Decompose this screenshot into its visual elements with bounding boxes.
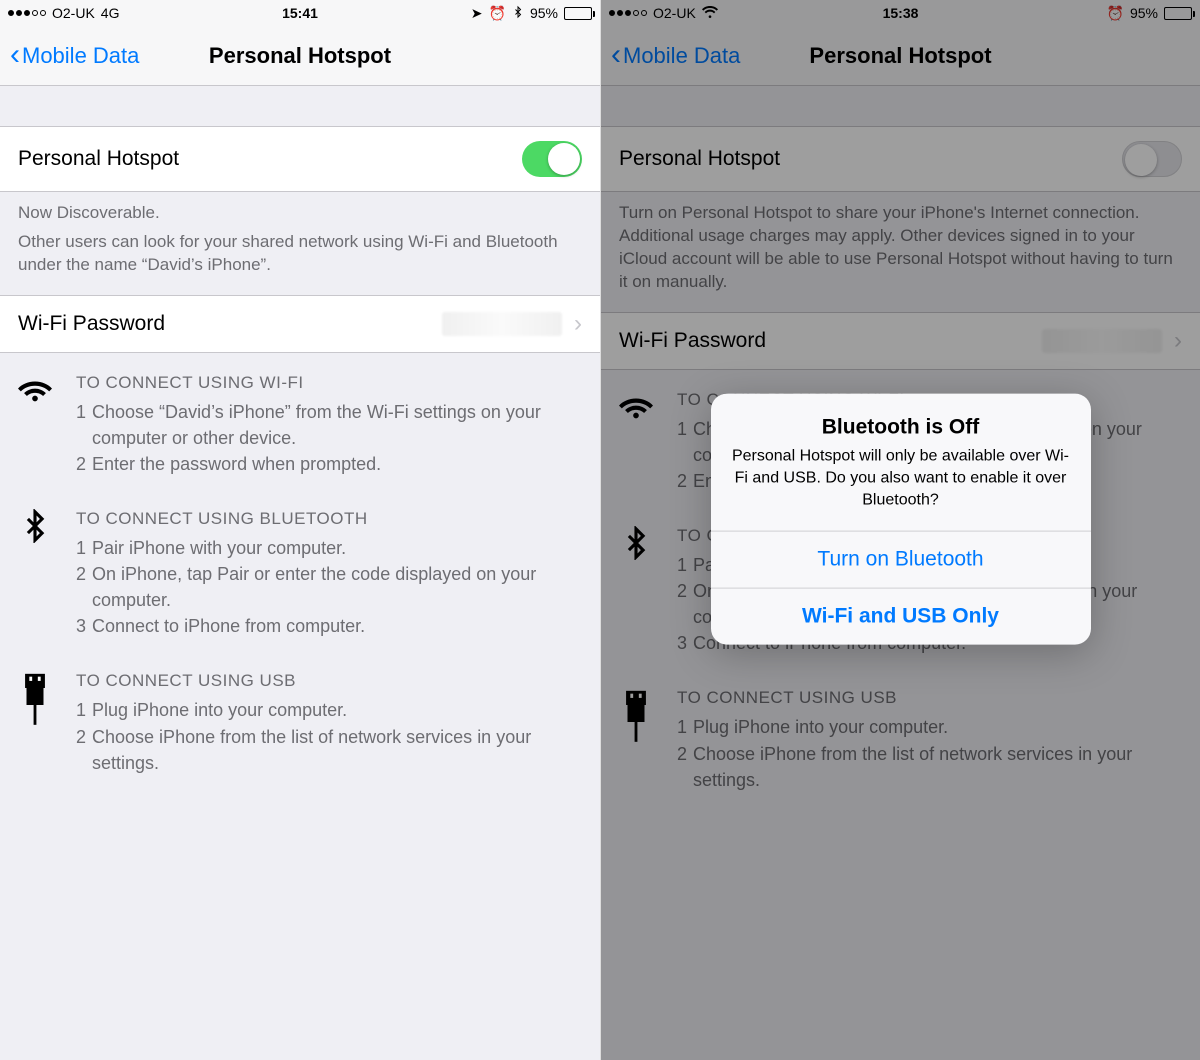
personal-hotspot-row: Personal Hotspot — [0, 126, 600, 192]
wifi-password-label: Wi-Fi Password — [18, 312, 165, 336]
clock-label: 15:41 — [282, 5, 318, 21]
instructions: TO CONNECT USING WI-FI 1Choose “David’s … — [0, 353, 600, 828]
screenshot-right: O2-UK 15:38 ⏰ 95% ‹ Mobile Data Personal… — [600, 0, 1200, 1060]
back-label: Mobile Data — [22, 43, 139, 69]
alert-title: Bluetooth is Off — [731, 416, 1071, 440]
hotspot-label: Personal Hotspot — [18, 147, 179, 171]
carrier-label: O2-UK — [52, 5, 95, 21]
instructions-bluetooth: TO CONNECT USING BLUETOOTH 1Pair iPhone … — [18, 509, 582, 639]
chevron-left-icon: ‹ — [10, 40, 20, 70]
wifi-password-value — [442, 312, 562, 336]
alert-message: Personal Hotspot will only be available … — [731, 446, 1071, 511]
usb-icon — [18, 671, 52, 775]
bluetooth-icon — [512, 5, 524, 22]
alarm-icon: ⏰ — [489, 5, 506, 22]
nav-bar: ‹ Mobile Data Personal Hotspot — [0, 26, 600, 86]
instructions-usb: TO CONNECT USING USB 1Plug iPhone into y… — [18, 671, 582, 775]
status-bar: O2-UK 4G 15:41 ➤ ⏰ 95% — [0, 0, 600, 26]
screenshot-left: O2-UK 4G 15:41 ➤ ⏰ 95% ‹ Mobile Data Per… — [0, 0, 600, 1060]
hotspot-toggle[interactable] — [522, 141, 582, 177]
wifi-password-row[interactable]: Wi-Fi Password › — [0, 295, 600, 353]
turn-on-bluetooth-button[interactable]: Turn on Bluetooth — [711, 531, 1091, 588]
network-label: 4G — [101, 5, 120, 21]
battery-icon — [564, 7, 592, 20]
signal-dots-icon — [8, 10, 46, 16]
location-icon: ➤ — [471, 5, 483, 22]
bluetooth-icon — [18, 509, 52, 639]
wifi-and-usb-only-button[interactable]: Wi-Fi and USB Only — [711, 588, 1091, 645]
back-button[interactable]: ‹ Mobile Data — [10, 42, 139, 70]
instructions-wifi: TO CONNECT USING WI-FI 1Choose “David’s … — [18, 373, 582, 477]
bluetooth-off-alert: Bluetooth is Off Personal Hotspot will o… — [711, 394, 1091, 645]
hotspot-description: Now Discoverable. Other users can look f… — [0, 192, 600, 295]
battery-percent: 95% — [530, 5, 558, 21]
wifi-icon — [18, 373, 52, 477]
chevron-right-icon: › — [574, 310, 582, 338]
page-title: Personal Hotspot — [209, 43, 391, 69]
